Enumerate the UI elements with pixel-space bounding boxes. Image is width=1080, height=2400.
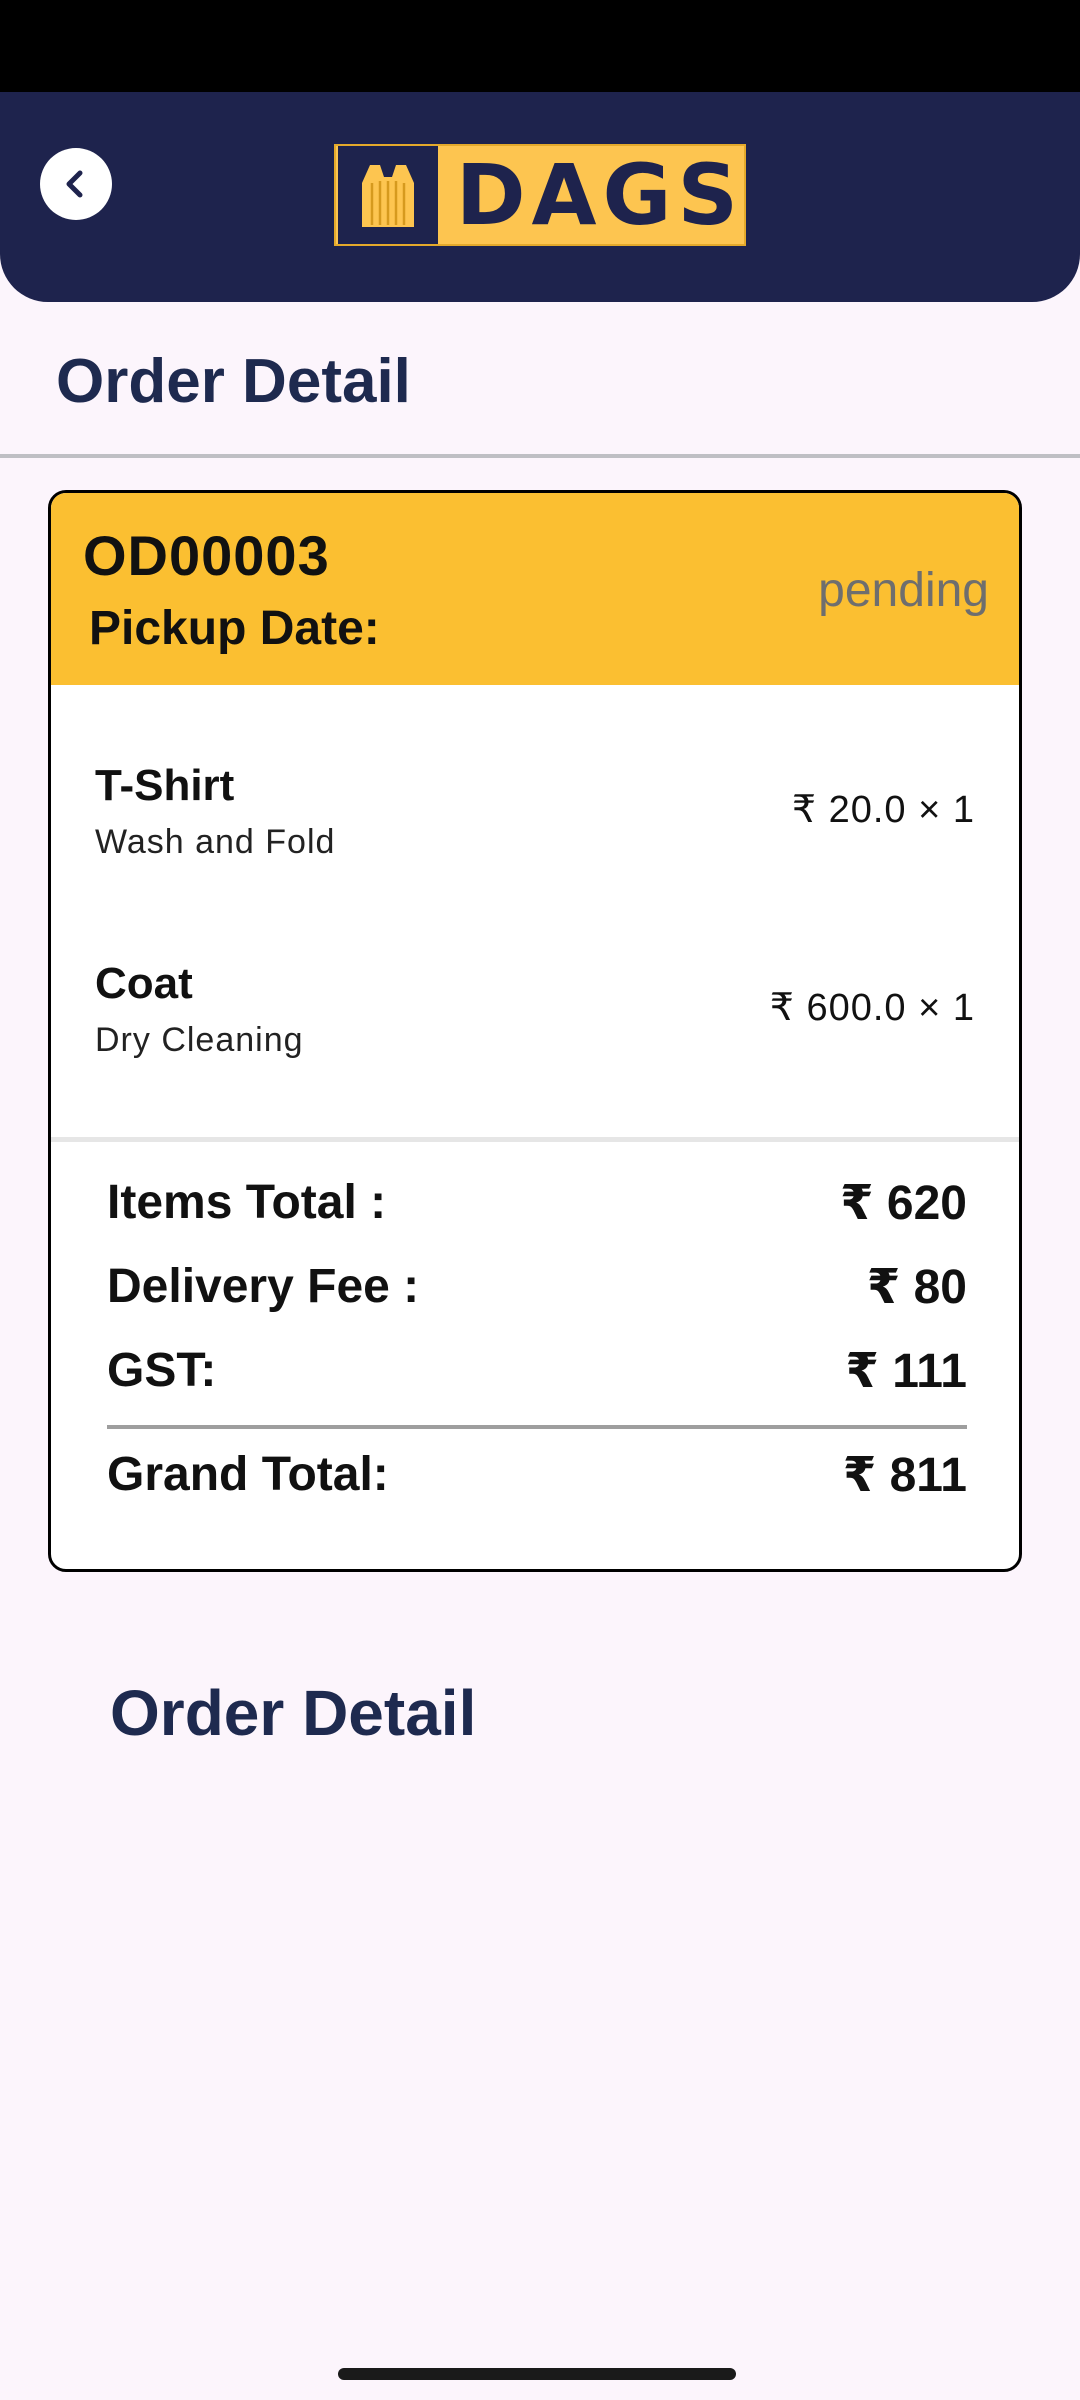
delivery-fee-value: ₹ 80	[866, 1261, 967, 1314]
gst-label: GST:	[107, 1344, 217, 1397]
status-badge: pending	[818, 564, 989, 617]
brand-logo: DAGS	[334, 144, 746, 246]
order-id: OD00003	[83, 524, 330, 587]
item-service: Wash and Fold	[95, 823, 336, 861]
items-total-row: Items Total : ₹ 620	[107, 1175, 967, 1235]
item-price: ₹ 600.0 × 1	[769, 987, 975, 1029]
items-total-value: ₹ 620	[840, 1177, 967, 1230]
home-indicator[interactable]	[338, 2368, 736, 2380]
divider	[0, 454, 1080, 458]
item-name: T-Shirt	[95, 761, 235, 810]
grand-total-label: Grand Total:	[107, 1448, 389, 1501]
delivery-fee-label: Delivery Fee :	[107, 1260, 420, 1313]
logo-text: DAGS	[455, 146, 744, 244]
grand-total-value: ₹ 811	[842, 1449, 967, 1502]
gst-value: ₹ 111	[845, 1345, 967, 1398]
page-title: Order Detail	[56, 347, 411, 416]
section-heading: Order Detail	[110, 1677, 477, 1749]
item-name: Coat	[95, 959, 193, 1008]
back-button[interactable]	[40, 148, 112, 220]
status-bar	[0, 0, 1080, 92]
item-price: ₹ 20.0 × 1	[791, 789, 975, 831]
order-item: T-Shirt Wash and Fold ₹ 20.0 × 1	[95, 761, 975, 881]
order-header: OD00003 Pickup Date: pending	[51, 493, 1019, 685]
app-header: DAGS	[0, 92, 1080, 302]
vest-icon	[338, 146, 438, 244]
order-item: Coat Dry Cleaning ₹ 600.0 × 1	[95, 959, 975, 1079]
gst-row: GST: ₹ 111	[107, 1343, 967, 1403]
item-service: Dry Cleaning	[95, 1021, 304, 1059]
items-total-label: Items Total :	[107, 1176, 387, 1229]
delivery-fee-row: Delivery Fee : ₹ 80	[107, 1259, 967, 1319]
total-divider	[107, 1425, 967, 1429]
grand-total-row: Grand Total: ₹ 811	[107, 1447, 967, 1507]
order-card[interactable]: OD00003 Pickup Date: pending T-Shirt Was…	[48, 490, 1022, 1572]
pickup-date-label: Pickup Date:	[89, 602, 380, 655]
chevron-left-icon	[66, 170, 83, 198]
items-divider	[51, 1137, 1019, 1142]
